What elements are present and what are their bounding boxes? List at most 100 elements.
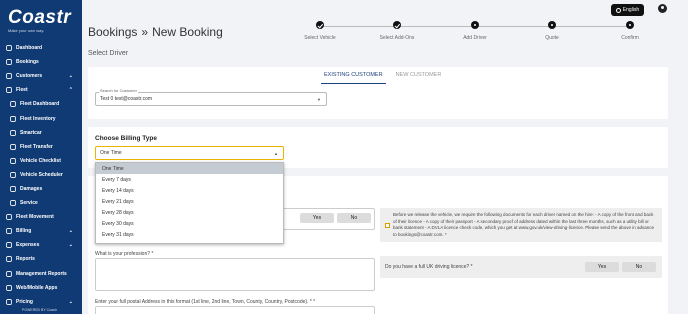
apps-icon: [6, 284, 12, 291]
wrench-icon: [10, 200, 16, 206]
step-dot-icon: [471, 21, 479, 29]
sidebar-item-label: Fleet Inventory: [20, 115, 56, 122]
sidebar-item-expenses[interactable]: Expenses ⌄: [0, 238, 82, 252]
step-confirm: Confirm: [600, 21, 660, 41]
check-icon: [393, 21, 401, 29]
sidebar-item-fleet[interactable]: Fleet ⌃: [0, 83, 82, 97]
sidebar-item-fleet-movement[interactable]: Fleet Movement: [0, 210, 82, 224]
billing-option[interactable]: Every 14 days: [96, 185, 283, 196]
fleet-transfer-icon: [10, 143, 16, 150]
tab-existing-customer[interactable]: EXISTING CUSTOMER: [321, 72, 386, 84]
billing-option[interactable]: Every 7 days: [96, 174, 283, 185]
step-add-driver: Add Driver: [445, 21, 505, 41]
sidebar-item-label: Fleet: [16, 87, 28, 94]
step-label: Confirm: [621, 35, 639, 41]
sidebar-item-management-reports[interactable]: Management Reports: [0, 267, 82, 281]
chevron-icon: ⌄: [68, 242, 73, 249]
step-dot-icon: [548, 21, 556, 29]
billing-icon: [6, 228, 12, 235]
sidebar-item-label: Pricing: [16, 298, 33, 305]
billing-option[interactable]: Every 30 days: [96, 218, 283, 229]
chevron-down-icon: ▼: [317, 96, 321, 102]
step-dot-icon: [626, 21, 634, 29]
fleet-movement-icon: [6, 214, 12, 220]
sidebar-item-label: Reports: [16, 256, 35, 263]
step-select-vehicle: Select Vehicle: [290, 21, 350, 41]
licence-no-button[interactable]: No: [622, 262, 656, 272]
section-title: Select Driver: [88, 50, 129, 57]
notice-checkbox[interactable]: [385, 223, 390, 228]
chevron-icon: ⌄: [68, 73, 73, 80]
logo[interactable]: Coastr Make your own way.: [8, 8, 71, 33]
driver-yes-button[interactable]: Yes: [300, 213, 334, 223]
check-icon: [316, 21, 324, 29]
documents-notice: Before we release the vehicle, we requir…: [380, 208, 662, 242]
chevron-icon: ⌄: [68, 298, 73, 305]
sidebar-item-fleet-inventory[interactable]: Fleet Inventory: [0, 111, 82, 125]
chevron-up-icon: ▲: [274, 150, 278, 156]
language-button[interactable]: English: [611, 4, 644, 16]
sidebar-item-reports[interactable]: Reports: [0, 252, 82, 266]
billing-option[interactable]: Every 28 days: [96, 207, 283, 218]
sidebar-item-label: Vehicle Scheduler: [20, 171, 63, 178]
billing-type-select[interactable]: One Time ▲: [95, 146, 284, 160]
user-avatar-icon[interactable]: [658, 4, 667, 13]
sidebar-item-label: Management Reports: [16, 270, 67, 277]
sidebar-item-bookings[interactable]: Bookings: [0, 55, 82, 69]
billing-option[interactable]: Every 31 days: [96, 230, 283, 241]
sidebar-item-label: Vehicle Checklist: [20, 157, 61, 164]
car-icon: [6, 87, 12, 94]
billing-option[interactable]: Every 21 days: [96, 196, 283, 207]
sidebar-item-vehicle-checklist[interactable]: Vehicle Checklist: [0, 154, 82, 168]
sidebar-item-label: Web/Mobile Apps: [16, 284, 58, 291]
globe-icon: [615, 7, 621, 13]
sidebar-item-web-mobile-apps[interactable]: Web/Mobile Apps: [0, 281, 82, 295]
sidebar-item-dashboard[interactable]: Dashboard: [0, 41, 82, 55]
sidebar-item-damages[interactable]: Damages: [0, 182, 82, 196]
driver-no-button[interactable]: No: [337, 213, 371, 223]
sidebar: Coastr Make your own way. Dashboard Booki…: [0, 0, 82, 314]
sidebar-item-customers[interactable]: Customers ⌄: [0, 69, 82, 83]
dashboard-icon: [6, 45, 12, 51]
sidebar-item-label: Damages: [20, 185, 43, 192]
billing-heading: Choose Billing Type: [95, 135, 157, 142]
sidebar-nav: Dashboard Bookings Customers ⌄ Fleet ⌃ Fleet D…: [0, 41, 82, 309]
sidebar-item-fleet-dashboard[interactable]: Fleet Dashboard: [0, 97, 82, 111]
pricing-icon: [6, 298, 12, 305]
sidebar-item-label: Billing: [16, 228, 32, 235]
sidebar-item-label: Bookings: [16, 59, 39, 66]
breadcrumb-new-booking: New Booking: [152, 25, 223, 39]
sidebar-item-smartcar[interactable]: Smartcar: [0, 126, 82, 140]
licence-question-row: Do you have a full UK driving licence? *…: [380, 256, 662, 278]
breadcrumb-bookings[interactable]: Bookings: [88, 25, 137, 39]
breadcrumb-separator: »: [141, 25, 149, 39]
sidebar-item-label: Fleet Dashboard: [20, 101, 60, 108]
bookings-icon: [6, 59, 12, 65]
customer-search-label: Search for Customer: [99, 88, 138, 93]
sidebar-item-pricing[interactable]: Pricing ⌄: [0, 295, 82, 309]
billing-type-value: One Time: [100, 150, 122, 156]
sidebar-item-service[interactable]: Service: [0, 196, 82, 210]
sidebar-item-label: Smartcar: [20, 129, 42, 136]
sidebar-item-billing[interactable]: Billing ⌄: [0, 224, 82, 238]
reports-icon: [6, 256, 12, 263]
billing-option[interactable]: One Time: [96, 163, 283, 175]
profession-input[interactable]: [95, 258, 375, 291]
customer-search-select[interactable]: Test 0 test@coastr.com ▼: [95, 92, 327, 106]
step-select-add-ons: Select Add-Ons: [367, 21, 427, 41]
smartcar-icon: [10, 129, 16, 136]
address-input[interactable]: [95, 306, 375, 314]
billing-type-dropdown: One Time Every 7 days Every 14 days Every 2…: [95, 162, 284, 244]
checklist-icon: [10, 157, 16, 164]
management-reports-icon: [6, 270, 12, 277]
sidebar-item-label: Expenses: [16, 242, 40, 249]
sidebar-item-vehicle-scheduler[interactable]: Vehicle Scheduler: [0, 168, 82, 182]
customers-icon: [6, 73, 12, 80]
chevron-icon: ⌄: [68, 228, 73, 235]
licence-yes-button[interactable]: Yes: [585, 262, 619, 272]
step-label: Select Add-Ons: [379, 35, 415, 41]
tab-new-customer[interactable]: NEW CUSTOMER: [396, 72, 442, 84]
logo-tagline: Make your own way.: [8, 28, 45, 33]
licence-label: Do you have a full UK driving licence? *: [385, 264, 473, 270]
sidebar-item-fleet-transfer[interactable]: Fleet Transfer: [0, 140, 82, 154]
